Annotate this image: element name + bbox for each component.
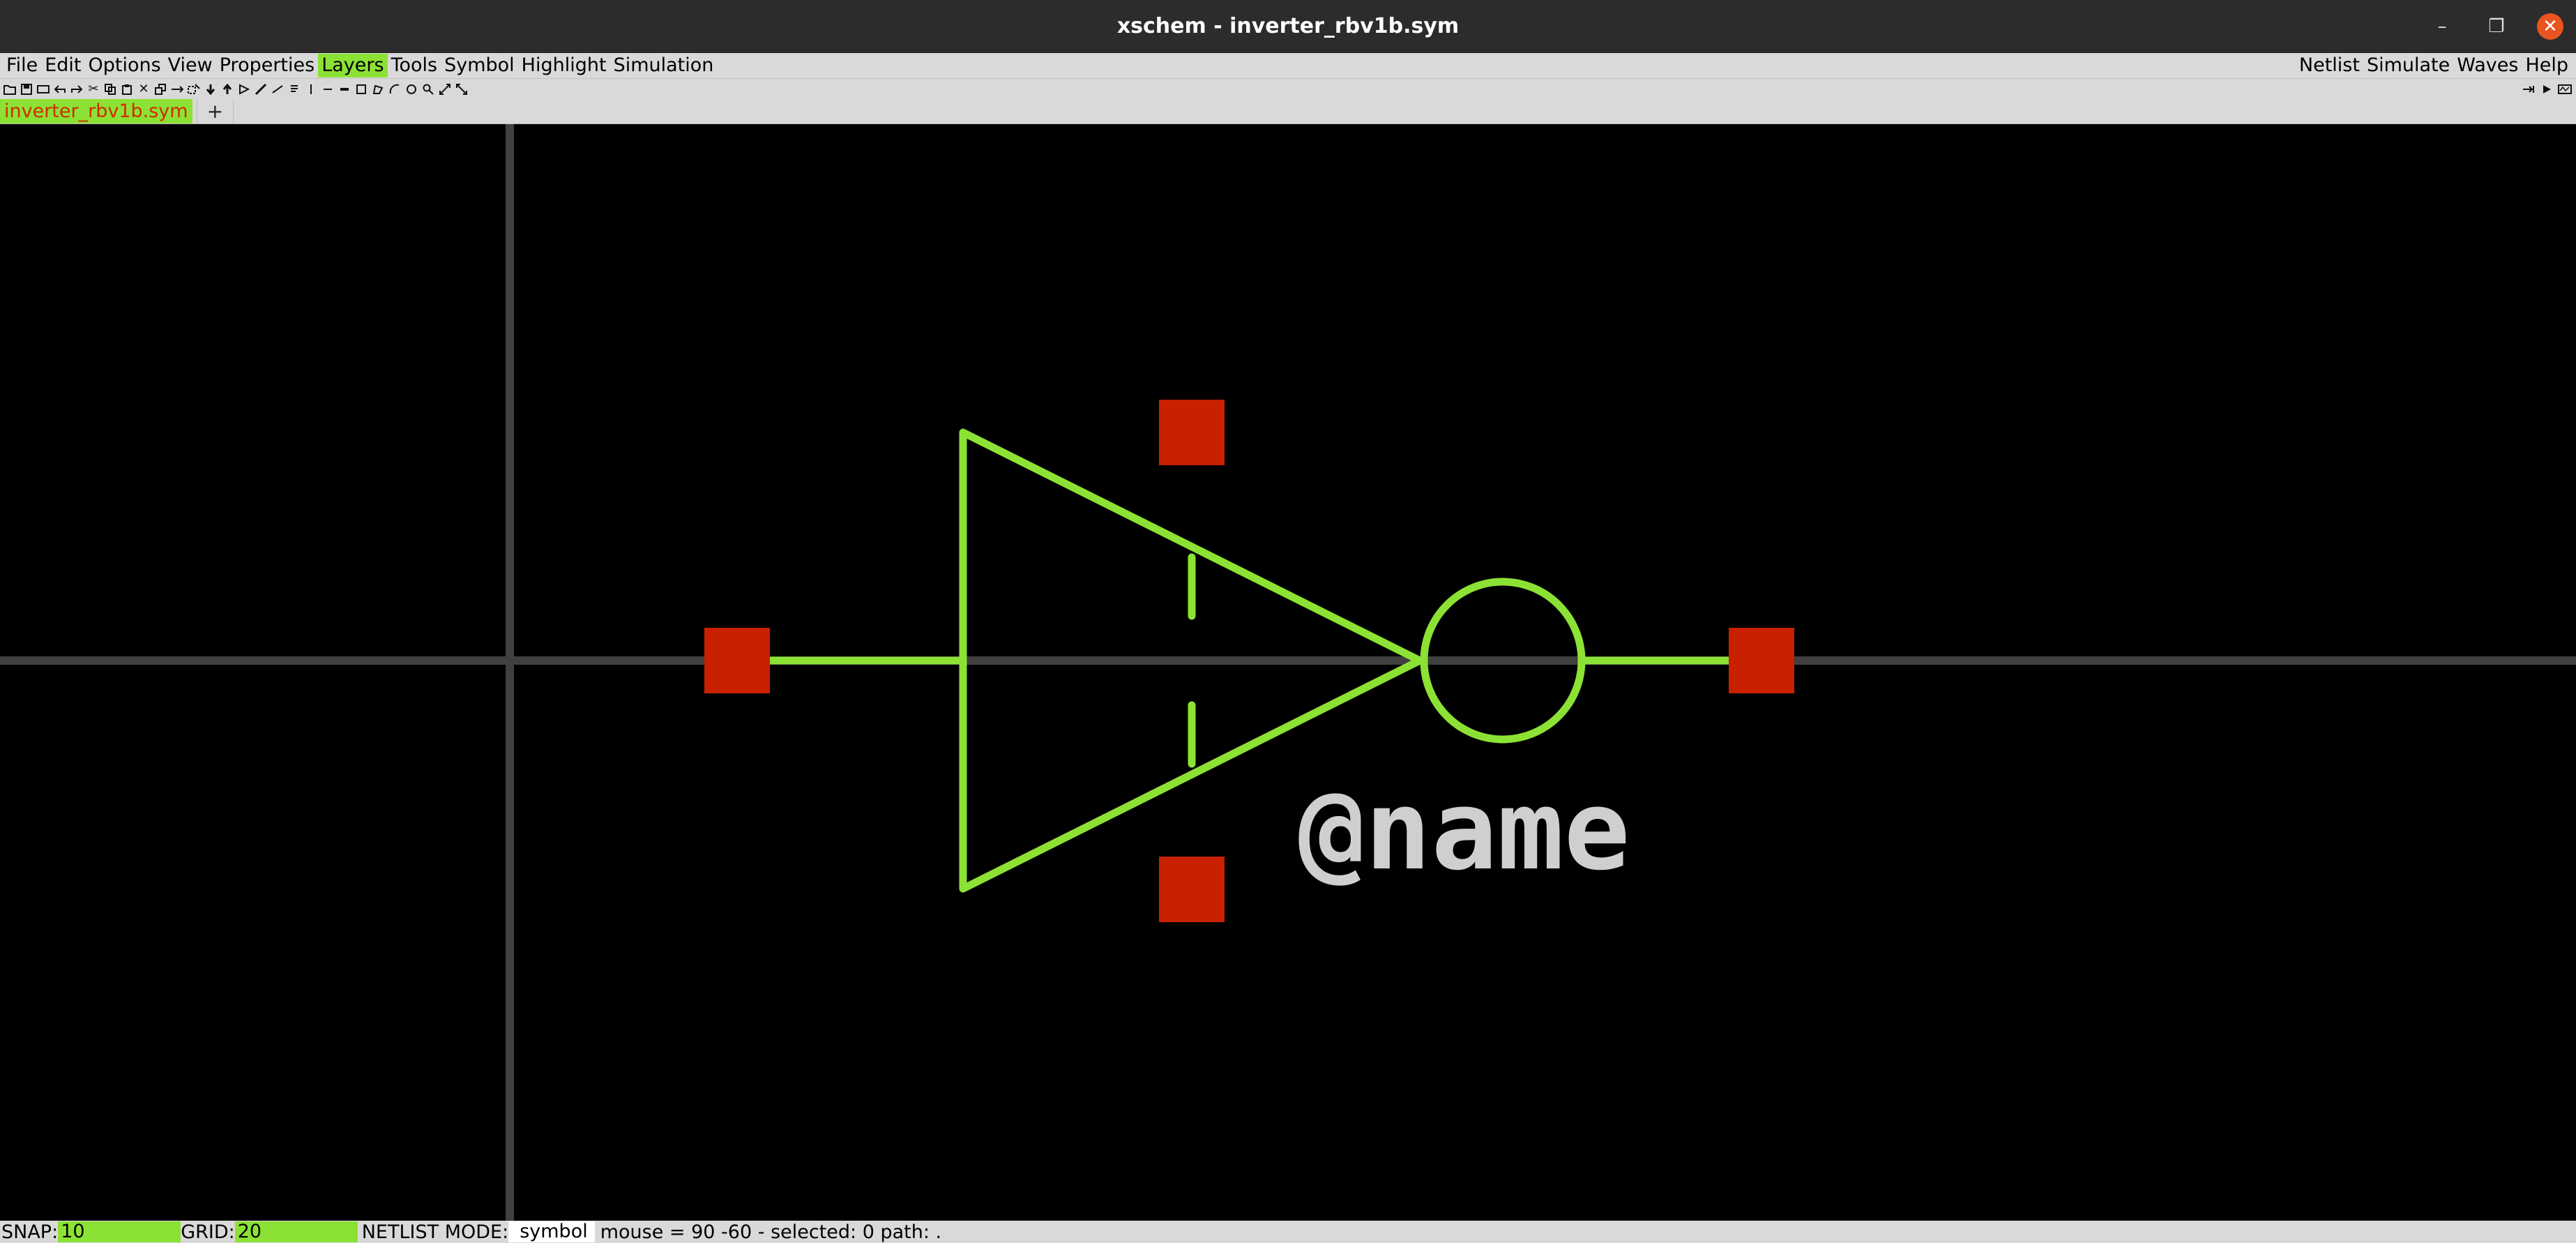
grid-label: GRID:	[181, 1221, 235, 1243]
tab-bar: inverter_rbv1b.sym +	[0, 99, 2576, 124]
zoom-icon[interactable]	[421, 82, 435, 96]
menu-simulation[interactable]: Simulation	[610, 54, 718, 77]
menu-properties[interactable]: Properties	[216, 54, 318, 77]
select-icon[interactable]	[187, 82, 201, 96]
snap-label: SNAP:	[1, 1221, 59, 1243]
menu-edit[interactable]: Edit	[41, 54, 84, 77]
place-wire-icon[interactable]	[254, 82, 268, 96]
zoom-selection-icon[interactable]	[455, 82, 469, 96]
netlist-mode-value[interactable]: symbol	[508, 1221, 595, 1242]
toolbar: ✂ ✕	[0, 78, 2576, 100]
pin-bottom[interactable]	[1159, 857, 1225, 922]
bus-icon[interactable]	[338, 82, 351, 96]
menu-netlist[interactable]: Netlist	[2296, 54, 2363, 77]
menu-layers[interactable]: Layers	[318, 54, 388, 77]
waves-icon[interactable]	[2558, 82, 2572, 96]
toolbar-right	[2522, 82, 2576, 96]
maximize-icon[interactable]: ❐	[2483, 16, 2510, 37]
arc-icon[interactable]	[388, 82, 402, 96]
netlist-icon[interactable]	[2522, 82, 2536, 96]
menu-waves[interactable]: Waves	[2453, 54, 2522, 77]
undo-icon[interactable]	[53, 82, 67, 96]
redo-icon[interactable]	[70, 82, 84, 96]
menubar-left: File Edit Options View Properties Layers…	[0, 54, 717, 77]
place-symbol-icon[interactable]	[237, 82, 251, 96]
tab-inverter-rbv1b[interactable]: inverter_rbv1b.sym	[0, 99, 192, 123]
text-icon[interactable]	[287, 82, 301, 96]
move-icon[interactable]	[170, 82, 184, 96]
menu-simulate[interactable]: Simulate	[2363, 54, 2453, 77]
status-bar: SNAP: 10 GRID: 20 NETLIST MODE: symbol m…	[0, 1221, 2576, 1243]
pop-icon[interactable]	[220, 82, 234, 96]
menu-highlight[interactable]: Highlight	[518, 54, 610, 77]
paste-icon[interactable]	[120, 82, 134, 96]
grid-input[interactable]: 20	[234, 1221, 358, 1242]
menubar-right: Netlist Simulate Waves Help	[2296, 54, 2576, 77]
window-controls: – ❐ ✕	[2428, 0, 2563, 53]
line-icon[interactable]	[271, 82, 285, 96]
polygon-icon[interactable]	[371, 82, 385, 96]
minimize-icon[interactable]: –	[2428, 16, 2456, 37]
window-title: xschem - inverter_rbv1b.sym	[1116, 14, 1460, 38]
symbol-name-text[interactable]: @name	[1298, 767, 1630, 895]
add-tab-button[interactable]: +	[196, 99, 234, 123]
net-label-icon[interactable]	[321, 82, 335, 96]
copy-icon[interactable]	[103, 82, 117, 96]
simulate-icon[interactable]	[2540, 82, 2554, 96]
label-icon[interactable]	[304, 82, 318, 96]
netlist-mode-label: NETLIST MODE:	[361, 1221, 509, 1243]
menubar: File Edit Options View Properties Layers…	[0, 53, 2576, 78]
cut-icon[interactable]: ✂	[86, 82, 100, 96]
pin-input[interactable]	[704, 628, 770, 693]
zoom-full-icon[interactable]	[438, 82, 452, 96]
push-icon[interactable]	[204, 82, 218, 96]
snap-input[interactable]: 10	[58, 1221, 181, 1242]
canvas-svg: @name	[0, 124, 2576, 1221]
toolbar-left: ✂ ✕	[0, 82, 469, 96]
save-icon[interactable]	[20, 82, 33, 96]
menu-help[interactable]: Help	[2522, 54, 2572, 77]
close-icon[interactable]: ✕	[2537, 13, 2563, 40]
duplicate-icon[interactable]	[153, 82, 167, 96]
schematic-canvas[interactable]: @name	[0, 124, 2576, 1221]
menu-tools[interactable]: Tools	[388, 54, 441, 77]
pin-top[interactable]	[1159, 400, 1225, 465]
menu-file[interactable]: File	[3, 54, 41, 77]
pin-output[interactable]	[1729, 628, 1794, 693]
rectangle-icon[interactable]	[354, 82, 368, 96]
window-titlebar: xschem - inverter_rbv1b.sym – ❐ ✕	[0, 0, 2576, 53]
menu-options[interactable]: Options	[84, 54, 164, 77]
circle-icon[interactable]	[404, 82, 418, 96]
reload-icon[interactable]	[36, 82, 50, 96]
menu-view[interactable]: View	[165, 54, 216, 77]
menu-symbol[interactable]: Symbol	[441, 54, 518, 77]
mouse-status: mouse = 90 -60 - selected: 0 path: .	[600, 1221, 942, 1243]
open-icon[interactable]	[3, 82, 17, 96]
delete-icon[interactable]: ✕	[137, 82, 151, 96]
